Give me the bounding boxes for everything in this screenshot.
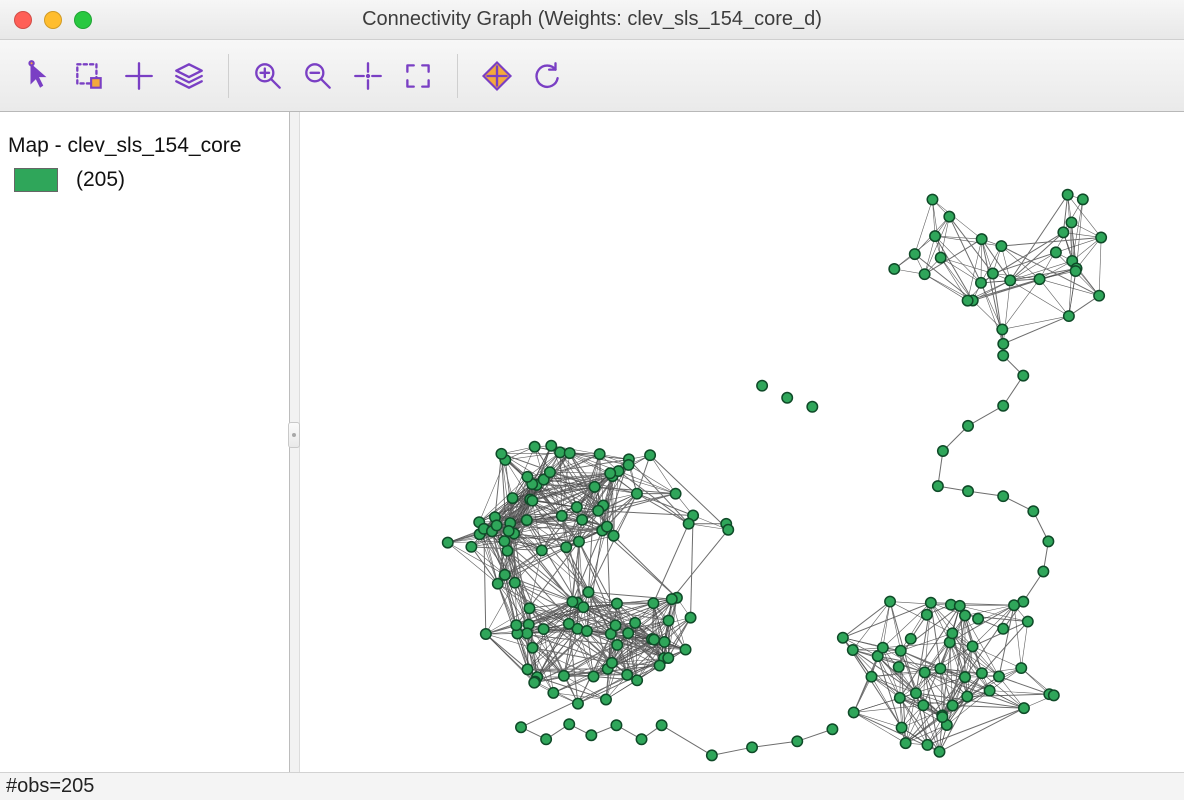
- statusbar: #obs=205: [0, 772, 1184, 800]
- select-rect-icon: [72, 59, 106, 93]
- legend-item[interactable]: (205): [8, 168, 281, 192]
- toolbar-group-1: [10, 53, 218, 99]
- splitter[interactable]: [290, 112, 300, 800]
- zoom-out-button[interactable]: [295, 53, 341, 99]
- refresh-icon: [530, 59, 564, 93]
- highlight-connectivity-icon: [480, 59, 514, 93]
- layers-button[interactable]: [166, 53, 212, 99]
- connectivity-graph: [300, 112, 1184, 800]
- zoom-icon[interactable]: [74, 11, 92, 29]
- content: Map - clev_sls_154_core (205): [0, 112, 1184, 800]
- toolbar-group-3: [468, 53, 576, 99]
- layers-icon: [172, 59, 206, 93]
- minimize-icon[interactable]: [44, 11, 62, 29]
- zoom-in-button[interactable]: [245, 53, 291, 99]
- toolbar: [0, 40, 1184, 112]
- zoom-in-icon: [251, 59, 285, 93]
- window-controls: [14, 11, 92, 29]
- toolbar-separator: [457, 54, 458, 98]
- fit-extent-button[interactable]: [345, 53, 391, 99]
- window: Connectivity Graph (Weights: clev_sls_15…: [0, 0, 1184, 800]
- graph-canvas[interactable]: [300, 112, 1184, 800]
- close-icon[interactable]: [14, 11, 32, 29]
- titlebar: Connectivity Graph (Weights: clev_sls_15…: [0, 0, 1184, 40]
- pan-icon: [122, 59, 156, 93]
- fit-extent-icon: [351, 59, 385, 93]
- legend-count: (205): [76, 168, 125, 192]
- zoom-out-icon: [301, 59, 335, 93]
- splitter-grip-icon: [288, 422, 300, 448]
- refresh-button[interactable]: [524, 53, 570, 99]
- legend-panel: Map - clev_sls_154_core (205): [0, 112, 290, 800]
- toolbar-group-2: [239, 53, 447, 99]
- pointer-icon: [22, 59, 56, 93]
- window-title: Connectivity Graph (Weights: clev_sls_15…: [0, 8, 1184, 31]
- highlight-connectivity-button[interactable]: [474, 53, 520, 99]
- status-obs: #obs=205: [6, 775, 94, 798]
- legend-title: Map - clev_sls_154_core: [8, 134, 281, 158]
- toolbar-separator: [228, 54, 229, 98]
- full-extent-button[interactable]: [395, 53, 441, 99]
- pointer-button[interactable]: [16, 53, 62, 99]
- full-extent-icon: [401, 59, 435, 93]
- pan-button[interactable]: [116, 53, 162, 99]
- select-rect-button[interactable]: [66, 53, 112, 99]
- legend-swatch: [14, 168, 58, 192]
